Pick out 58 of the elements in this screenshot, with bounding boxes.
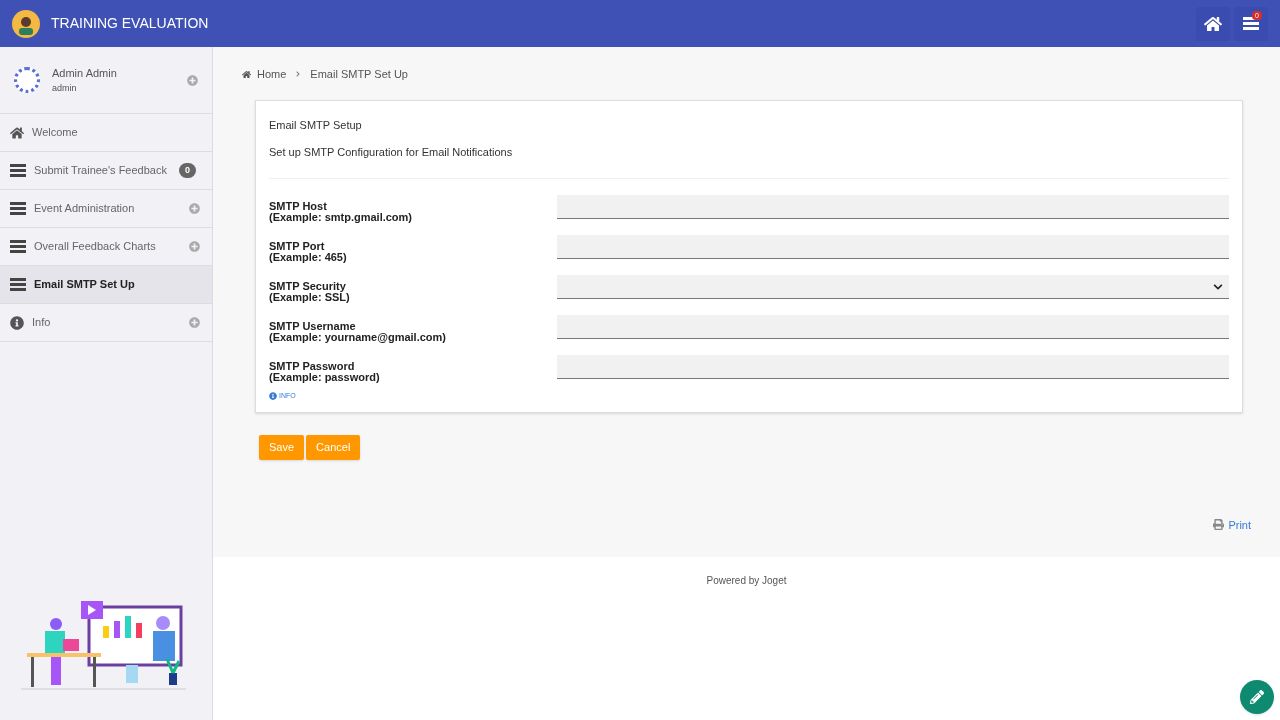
sidebar-item[interactable]: Event Administration bbox=[0, 190, 212, 228]
field-label: SMTP Security bbox=[269, 281, 347, 292]
field-hint: (Example: yourname@gmail.com) bbox=[269, 332, 447, 343]
field-label: SMTP Port bbox=[269, 241, 326, 252]
input-field[interactable] bbox=[557, 355, 1229, 379]
pencil-icon bbox=[1250, 690, 1264, 704]
edit-button[interactable] bbox=[1240, 680, 1274, 714]
select-field[interactable] bbox=[557, 275, 1229, 299]
form-title: Email SMTP Setup bbox=[269, 118, 363, 133]
field-hint: (Example: password) bbox=[269, 372, 381, 383]
sidebar-item-label: Event Administration bbox=[34, 201, 135, 217]
avatar bbox=[14, 67, 40, 93]
list-icon bbox=[1243, 17, 1259, 30]
info-icon bbox=[269, 392, 277, 401]
caret-icon bbox=[1213, 281, 1223, 292]
input-field[interactable] bbox=[557, 235, 1229, 259]
count-badge: 0 bbox=[179, 162, 196, 179]
list-icon bbox=[10, 164, 26, 177]
app-title: TRAINING EVALUATION bbox=[51, 14, 209, 33]
print-link[interactable]: Print bbox=[1228, 516, 1251, 533]
chevron-icon bbox=[295, 71, 302, 77]
list-icon bbox=[10, 240, 26, 253]
list-icon bbox=[10, 202, 26, 215]
breadcrumb-link[interactable]: Home bbox=[257, 65, 287, 83]
sidebar-item[interactable]: Info bbox=[0, 304, 212, 342]
sidebar-item[interactable]: Email SMTP Set Up bbox=[0, 266, 212, 304]
home-icon bbox=[10, 125, 24, 140]
footer-text: Powered by Joget bbox=[705, 574, 788, 588]
sidebar-item-label: Submit Trainee's Feedback bbox=[34, 163, 167, 179]
field-hint: (Example: smtp.gmail.com) bbox=[269, 212, 414, 223]
expand-icon[interactable] bbox=[189, 203, 200, 214]
user-login: admin bbox=[52, 81, 78, 95]
print-icon bbox=[1213, 519, 1225, 531]
home-button[interactable] bbox=[1196, 6, 1230, 41]
field-label: SMTP Password bbox=[269, 361, 356, 372]
field-hint: (Example: SSL) bbox=[269, 292, 351, 303]
field-label: SMTP Username bbox=[269, 321, 357, 332]
breadcrumb-current: Email SMTP Set Up bbox=[310, 66, 408, 82]
expand-icon[interactable] bbox=[189, 241, 200, 252]
info-icon bbox=[10, 315, 24, 330]
sidebar-item-label: Info bbox=[32, 315, 51, 331]
sidebar-item[interactable]: Submit Trainee's Feedback 0 bbox=[0, 152, 212, 190]
field-hint: (Example: 465) bbox=[269, 252, 348, 263]
form-subtitle: Set up SMTP Configuration for Email Notifications bbox=[269, 144, 514, 160]
home-icon bbox=[242, 69, 251, 79]
sidebar-item-label: Overall Feedback Charts bbox=[34, 239, 156, 255]
input-field[interactable] bbox=[557, 315, 1229, 339]
input-field[interactable] bbox=[557, 195, 1229, 219]
sidebar-item[interactable]: Welcome bbox=[0, 114, 212, 152]
field-label: SMTP Host bbox=[269, 201, 328, 212]
logo-icon bbox=[12, 9, 40, 38]
expand-icon[interactable] bbox=[187, 74, 198, 86]
user-name: Admin Admin bbox=[52, 66, 117, 81]
home-icon bbox=[1204, 14, 1222, 33]
sidebar-item-label: Email SMTP Set Up bbox=[34, 277, 135, 293]
expand-icon[interactable] bbox=[189, 317, 200, 328]
list-icon bbox=[10, 278, 26, 291]
sidebar-item-label: Welcome bbox=[32, 125, 78, 141]
